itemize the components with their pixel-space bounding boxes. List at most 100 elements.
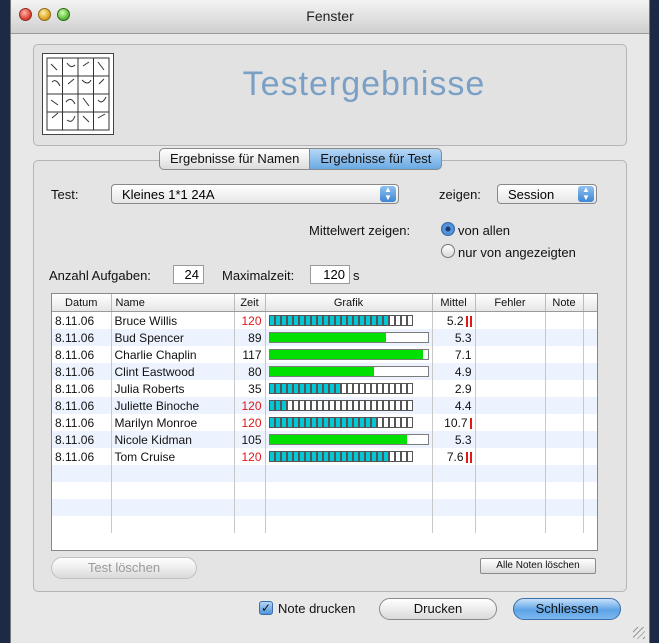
mean-value: 7.1 — [454, 347, 472, 362]
table-row[interactable]: 8.11.06 Juliette Binoche 120 4.4 — [52, 397, 597, 414]
table-row[interactable]: 8.11.06 Charlie Chaplin 117 7.1 — [52, 346, 597, 363]
cell-time: 120 — [234, 414, 266, 431]
cell-errors — [475, 397, 546, 414]
progress-bar-fill — [269, 435, 407, 444]
table-row[interactable] — [52, 465, 597, 482]
grid-thumbnail-image — [42, 53, 114, 135]
cell-graph — [265, 448, 433, 465]
delete-test-button[interactable]: Test löschen — [51, 557, 197, 579]
radio-mean-shown-label[interactable]: nur von angezeigten — [458, 245, 576, 260]
column-header-time[interactable]: Zeit — [234, 294, 266, 312]
maxtime-unit: s — [353, 268, 360, 283]
table-header-row: Datum Name Zeit Grafik Mittel Fehler Not… — [52, 294, 597, 312]
page-title: Testergebnisse — [242, 65, 486, 103]
print-button[interactable]: Drucken — [379, 598, 497, 620]
table-row[interactable]: 8.11.06 Clint Eastwood 80 4.9 — [52, 363, 597, 380]
empty-cell — [432, 465, 476, 482]
cell-graph — [265, 397, 433, 414]
empty-cell — [432, 499, 476, 516]
column-header-mean[interactable]: Mittel — [432, 294, 476, 312]
empty-cell — [234, 499, 266, 516]
cell-name: Clint Eastwood — [111, 363, 235, 380]
show-select[interactable]: Session ▲ ▼ — [497, 184, 597, 204]
print-notes-label[interactable]: Note drucken — [278, 601, 355, 616]
task-cells — [268, 400, 429, 411]
column-header-date[interactable]: Datum — [52, 294, 112, 312]
empty-cell — [583, 516, 597, 533]
test-select-value: Kleines 1*1 24A — [122, 187, 215, 202]
radio-mean-all-label[interactable]: von allen — [458, 223, 510, 238]
results-tabs: Ergebnisse für Namen Ergebnisse für Test — [159, 148, 443, 170]
column-header-errors[interactable]: Fehler — [475, 294, 546, 312]
cell-errors — [475, 311, 546, 329]
table-row[interactable]: 8.11.06 Bruce Willis 120 5.2 — [52, 311, 597, 329]
error-mark — [469, 315, 472, 327]
cell-mean: 10.7 — [432, 414, 476, 431]
mean-value: 5.3 — [454, 432, 472, 447]
empty-cell — [111, 482, 235, 499]
radio-mean-shown[interactable] — [441, 244, 455, 258]
empty-cell — [475, 516, 546, 533]
cell-time: 105 — [234, 431, 266, 448]
table-row[interactable]: 8.11.06 Tom Cruise 120 7.6 — [52, 448, 597, 465]
table-row[interactable]: 8.11.06 Julia Roberts 35 2.9 — [52, 380, 597, 397]
cell-errors — [475, 414, 546, 431]
progress-bar — [268, 434, 429, 445]
tab-results-by-name[interactable]: Ergebnisse für Namen — [159, 148, 311, 170]
test-select[interactable]: Kleines 1*1 24A ▲ ▼ — [111, 184, 399, 204]
cell-graph — [265, 311, 433, 329]
empty-cell — [583, 499, 597, 516]
cell-errors — [475, 448, 546, 465]
progress-bar-fill — [269, 350, 423, 359]
tab-results-by-test[interactable]: Ergebnisse für Test — [310, 148, 443, 170]
empty-cell — [545, 482, 584, 499]
table-row[interactable]: 8.11.06 Bud Spencer 89 5.3 — [52, 329, 597, 346]
table-row[interactable]: 8.11.06 Nicole Kidman 105 5.3 — [52, 431, 597, 448]
empty-cell — [475, 465, 546, 482]
show-label: zeigen: — [439, 187, 481, 202]
radio-mean-all[interactable] — [441, 222, 455, 236]
tasks-field[interactable]: 24 — [173, 265, 204, 284]
cell-graph — [265, 414, 433, 431]
maxtime-field[interactable]: 120 — [310, 265, 350, 284]
empty-cell — [265, 499, 433, 516]
cell-time: 89 — [234, 329, 266, 346]
cell-graph — [265, 346, 433, 363]
table-row[interactable]: 8.11.06 Marilyn Monroe 120 10.7 — [52, 414, 597, 431]
progress-bar-fill — [269, 333, 387, 342]
empty-cell — [52, 482, 112, 499]
print-notes-checkbox[interactable]: ✓ — [259, 601, 273, 615]
table-row[interactable] — [52, 482, 597, 499]
mean-value: 4.4 — [454, 398, 472, 413]
cell-spacer — [583, 448, 597, 465]
column-header-name[interactable]: Name — [111, 294, 235, 312]
cell-spacer — [583, 431, 597, 448]
resize-grip-icon[interactable] — [633, 627, 645, 639]
cell-mean: 5.3 — [432, 329, 476, 346]
cell-date: 8.11.06 — [52, 363, 112, 380]
cell-errors — [475, 329, 546, 346]
delete-all-notes-button[interactable]: Alle Noten löschen — [480, 558, 596, 574]
maxtime-label: Maximalzeit: — [222, 268, 295, 283]
column-header-graph[interactable]: Grafik — [265, 294, 433, 312]
task-cell — [406, 400, 413, 411]
chevron-updown-icon: ▲ ▼ — [380, 186, 396, 202]
mean-value: 5.2 — [446, 313, 464, 328]
empty-cell — [583, 465, 597, 482]
cell-spacer — [583, 380, 597, 397]
column-header-note[interactable]: Note — [545, 294, 584, 312]
title-bar: Fenster — [11, 0, 649, 34]
empty-cell — [265, 482, 433, 499]
cell-note — [545, 363, 584, 380]
table-row[interactable] — [52, 516, 597, 533]
mean-value: 7.6 — [446, 449, 464, 464]
cell-mean: 4.9 — [432, 363, 476, 380]
cell-mean: 2.9 — [432, 380, 476, 397]
table-row[interactable] — [52, 499, 597, 516]
cell-errors — [475, 363, 546, 380]
cell-name: Bud Spencer — [111, 329, 235, 346]
error-mark — [465, 451, 468, 463]
cell-time: 80 — [234, 363, 266, 380]
close-button[interactable]: Schliessen — [513, 598, 621, 620]
cell-date: 8.11.06 — [52, 346, 112, 363]
